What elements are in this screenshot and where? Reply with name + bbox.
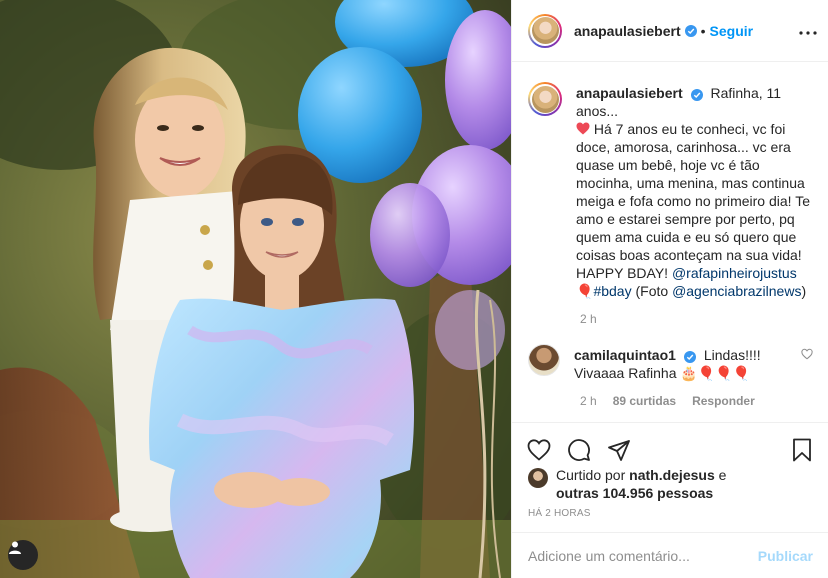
caption-username[interactable]: anapaulasiebert: [576, 85, 683, 101]
verified-badge-icon: [690, 89, 703, 101]
balloon-emoji: 🎈: [576, 283, 594, 299]
author-username[interactable]: anapaulasiebert: [574, 23, 681, 39]
caption-mention-agenciabrazilnews[interactable]: @agenciabrazilnews: [672, 283, 801, 299]
caption-mention-rafapinheirojustus[interactable]: @rafapinheirojustus: [672, 265, 797, 281]
caption-body: Há 7 anos eu te conheci, vc foi doce, am…: [576, 121, 810, 281]
likes-conjunction: e: [718, 467, 727, 483]
publish-button[interactable]: Publicar: [758, 548, 813, 564]
comment-like-heart-icon[interactable]: [801, 348, 813, 360]
caption-photo-credit-label: (Foto: [635, 283, 669, 299]
comment-text-line-1: Lindas!!!!: [703, 347, 761, 363]
post-header: anapaulasiebert • Seguir: [512, 0, 828, 62]
heart-outline-icon[interactable]: [526, 437, 552, 463]
post-photo[interactable]: [0, 0, 511, 578]
likes-others-count[interactable]: outras 104.956 pessoas: [556, 485, 713, 501]
follow-button[interactable]: Seguir: [710, 23, 754, 39]
user-tag-icon[interactable]: [8, 540, 38, 570]
add-comment-bar: Publicar: [512, 532, 828, 578]
verified-badge-icon: [684, 24, 697, 37]
commenter-username[interactable]: camilaquintao1: [574, 347, 676, 363]
action-bar: [512, 422, 828, 466]
comment-meta: 2 h 89 curtidas Responder: [580, 394, 813, 408]
comment-item: camilaquintao1 Lindas!!!! Vivaaaa Rafinh…: [528, 344, 813, 382]
comments-list[interactable]: anapaulasiebert Rafinha, 11 anos... Há 7…: [512, 62, 828, 422]
reply-button[interactable]: Responder: [692, 394, 755, 408]
separator-dot: •: [700, 22, 706, 39]
paper-plane-icon[interactable]: [606, 437, 632, 463]
liker-username[interactable]: nath.dejesus: [629, 467, 715, 483]
comment-time[interactable]: 2 h: [580, 394, 597, 408]
post-timestamp[interactable]: HÁ 2 HORAS: [528, 508, 591, 519]
comment-likes-count[interactable]: 89 curtidas: [613, 394, 676, 408]
commenter-avatar[interactable]: [528, 344, 560, 376]
comment-emojis: 🎂🎈🎈🎈: [680, 365, 751, 381]
red-heart-icon: [576, 122, 590, 135]
caption-meta: 2 h: [580, 312, 813, 326]
caption-close-paren: ): [801, 283, 807, 299]
caption-hashtag-bday[interactable]: #bday: [593, 283, 631, 299]
bookmark-icon[interactable]: [789, 437, 815, 463]
caption: anapaulasiebert Rafinha, 11 anos... Há 7…: [528, 82, 813, 300]
author-avatar[interactable]: [528, 13, 562, 48]
likes-summary: Curtido por nath.dejesus e outras 104.95…: [528, 466, 726, 502]
post-side-panel: anapaulasiebert • Seguir anapaulasiebert…: [511, 0, 828, 578]
liker-avatar[interactable]: [528, 468, 548, 488]
comment-input[interactable]: [528, 547, 758, 564]
more-options-icon[interactable]: [799, 22, 817, 38]
photo-illustration: [0, 0, 511, 578]
likes-prefix: Curtido por: [556, 467, 626, 483]
caption-time[interactable]: 2 h: [580, 312, 597, 326]
comment-text-line-2: Vivaaaa Rafinha: [574, 365, 677, 381]
caption-avatar[interactable]: [528, 82, 562, 116]
comment-icon[interactable]: [566, 437, 592, 463]
verified-badge-icon: [683, 351, 696, 363]
